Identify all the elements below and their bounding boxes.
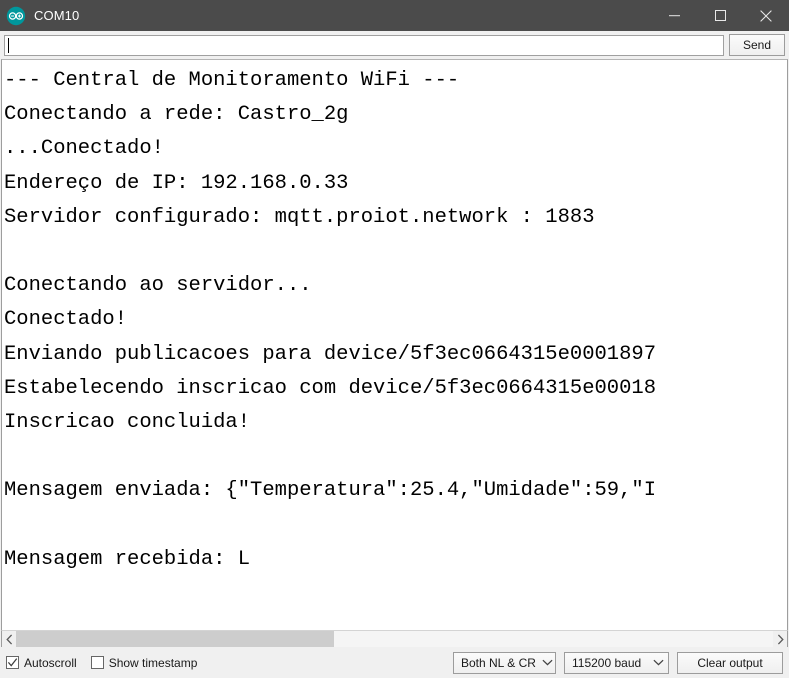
show-timestamp-checkbox[interactable] xyxy=(90,656,104,669)
console-line: Enviando publicacoes para device/5f3ec06… xyxy=(4,342,657,366)
chevron-left-icon[interactable] xyxy=(2,631,16,647)
autoscroll-checkbox[interactable] xyxy=(6,656,19,669)
console-line: Mensagem recebida: L xyxy=(4,547,251,571)
line-ending-dropdown[interactable]: Both NL & CR xyxy=(453,651,556,674)
baud-rate-dropdown[interactable]: 115200 baud xyxy=(564,651,669,674)
console-line: ...Conectado! xyxy=(4,137,164,161)
autoscroll-checkbox-group[interactable]: Autoscroll xyxy=(6,656,77,670)
scrollbar-track[interactable] xyxy=(16,631,773,647)
serial-monitor-window: COM10 Send --- Central de Monitoramento … xyxy=(0,0,789,678)
send-button[interactable]: Send xyxy=(729,34,785,56)
send-input[interactable] xyxy=(4,34,724,56)
text-caret xyxy=(8,37,9,53)
clear-output-button[interactable]: Clear output xyxy=(677,651,783,674)
line-ending-value: Both NL & CR xyxy=(461,655,536,670)
console-line: Endereço de IP: 192.168.0.33 xyxy=(4,171,349,195)
maximize-button[interactable] xyxy=(697,0,743,31)
minimize-button[interactable] xyxy=(651,0,697,31)
titlebar-left: COM10 xyxy=(0,6,79,26)
autoscroll-label: Autoscroll xyxy=(24,655,77,670)
chevron-down-icon xyxy=(542,659,553,666)
chevron-down-icon xyxy=(653,659,664,666)
status-bar: Autoscroll Show timestamp Both NL & CR 1… xyxy=(0,647,789,678)
horizontal-scrollbar[interactable] xyxy=(1,630,788,647)
console-text: --- Central de Monitoramento WiFi --- Con… xyxy=(2,60,656,577)
show-timestamp-checkbox-group[interactable]: Show timestamp xyxy=(90,655,198,670)
window-title: COM10 xyxy=(34,8,80,23)
console-line: Estabelecendo inscricao com device/5f3ec… xyxy=(4,376,657,400)
close-button[interactable] xyxy=(743,0,789,31)
chevron-right-icon[interactable] xyxy=(773,631,787,647)
console-line: --- Central de Monitoramento WiFi --- xyxy=(4,69,460,92)
console-line: Mensagem enviada: {"Temperatura":25.4,"U… xyxy=(4,479,657,503)
window-titlebar: COM10 xyxy=(0,0,789,31)
console-line: Servidor configurado: mqtt.proiot.networ… xyxy=(4,205,595,229)
show-timestamp-label: Show timestamp xyxy=(108,655,198,670)
baud-rate-value: 115200 baud xyxy=(572,655,642,670)
window-controls xyxy=(651,0,789,31)
console-line: Inscricao concluida! xyxy=(4,410,251,434)
console-output-area[interactable]: --- Central de Monitoramento WiFi --- Con… xyxy=(1,59,788,630)
console-line: Conectando ao servidor... xyxy=(4,274,312,298)
console-line: Conectando a rede: Castro_2g xyxy=(4,103,349,127)
console-line: Conectado! xyxy=(4,308,128,332)
arduino-infinity-logo-icon xyxy=(6,6,26,26)
scrollbar-thumb[interactable] xyxy=(16,631,334,647)
send-row: Send xyxy=(0,31,789,59)
